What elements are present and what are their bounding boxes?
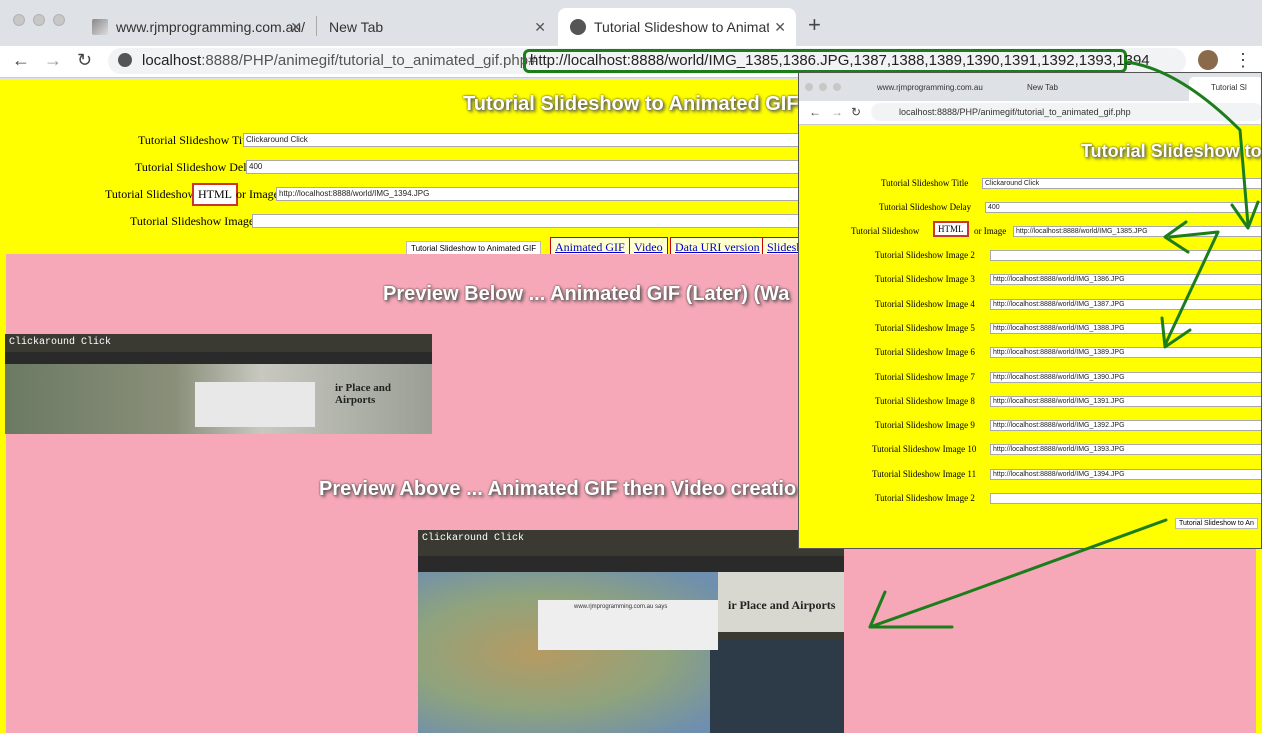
- arrow-url-to-inner: [1125, 60, 1250, 227]
- arrow-to-preview: [868, 518, 1168, 629]
- arrow-inner-zigzag: [1163, 230, 1220, 347]
- annotation-arrows: [868, 60, 1260, 629]
